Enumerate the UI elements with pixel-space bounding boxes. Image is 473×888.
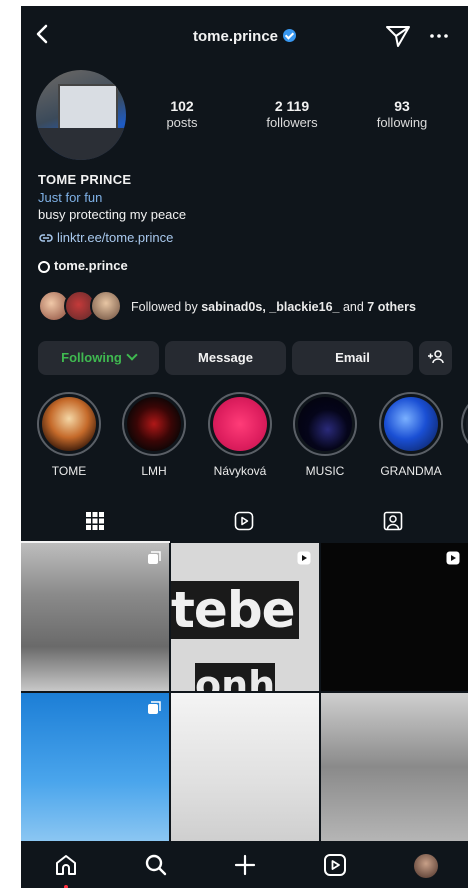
- profile-nav-avatar[interactable]: [414, 854, 438, 878]
- profile-link-text: linktr.ee/tome.prince: [57, 230, 174, 245]
- profile-category: Just for fun: [38, 190, 103, 205]
- reel-icon: [446, 551, 460, 565]
- following-button-label: Following: [61, 350, 122, 365]
- following-count-label: following: [376, 115, 428, 130]
- post-thumbnail[interactable]: [321, 543, 468, 691]
- following-count[interactable]: 93 following: [357, 98, 447, 130]
- threads-link[interactable]: tome.prince: [38, 258, 128, 273]
- home-icon[interactable]: [54, 853, 78, 877]
- profile-tabs: [21, 501, 468, 543]
- threads-icon: [38, 261, 50, 273]
- reel-icon: [297, 551, 311, 565]
- more-options-icon[interactable]: [427, 24, 451, 48]
- reels-icon: [234, 511, 254, 531]
- following-button[interactable]: Following: [38, 341, 159, 375]
- highlight-label: MUSIC: [305, 464, 345, 478]
- create-plus-icon[interactable]: [233, 853, 257, 877]
- post-caption-text: tebe: [171, 581, 299, 639]
- followers-count-label: followers: [266, 115, 318, 130]
- post-caption-text-partial: onh: [195, 663, 276, 691]
- highlight-label: LMH: [141, 464, 167, 478]
- search-icon[interactable]: [144, 853, 168, 877]
- carousel-icon: [148, 551, 161, 564]
- posts-count-label: posts: [166, 115, 198, 130]
- story-highlight[interactable]: TOME: [33, 392, 105, 478]
- posts-count[interactable]: 102 posts: [137, 98, 227, 130]
- story-highlight[interactable]: Návyková: [204, 392, 276, 478]
- followed-by-text: Followed by sabinad0s, _blackie16_ and 7…: [131, 300, 416, 314]
- email-button[interactable]: Email: [292, 341, 413, 375]
- tab-posts-grid[interactable]: [21, 501, 170, 543]
- post-thumbnail[interactable]: [21, 693, 169, 841]
- followed-by-prefix: Followed by: [131, 300, 202, 314]
- threads-handle: tome.prince: [54, 258, 128, 273]
- followers-count[interactable]: 2 119 followers: [247, 98, 337, 130]
- carousel-icon: [148, 701, 161, 714]
- link-icon: [39, 234, 53, 242]
- top-bar: tome.prince: [21, 6, 468, 66]
- chevron-down-icon: [126, 349, 138, 361]
- post-thumbnail[interactable]: tebe onh: [171, 543, 319, 691]
- send-message-icon[interactable]: [385, 24, 411, 48]
- profile-bio: busy protecting my peace: [38, 207, 187, 222]
- username-text: tome.prince: [192, 28, 279, 45]
- profile-avatar[interactable]: [36, 70, 126, 160]
- post-thumbnail[interactable]: [321, 693, 468, 841]
- message-button[interactable]: Message: [165, 341, 286, 375]
- tagged-person-icon: [383, 511, 403, 531]
- post-thumbnail[interactable]: [21, 543, 169, 691]
- highlight-label: Návyková: [213, 464, 267, 478]
- bottom-navigation: [21, 841, 468, 888]
- story-highlight[interactable]: LMH: [118, 392, 190, 478]
- profile-name: TOME PRINCE: [38, 172, 132, 187]
- followed-by-and: and: [339, 300, 368, 314]
- followers-count-value: 2 119: [274, 98, 310, 114]
- verified-badge-icon: [283, 29, 297, 42]
- suggest-people-button[interactable]: [419, 341, 452, 375]
- following-count-value: 93: [394, 98, 410, 114]
- follower-avatar: [90, 290, 122, 322]
- highlight-label: TOME: [51, 464, 87, 478]
- profile-screen: tome.prince 102 posts 2 119 followers 93…: [21, 6, 468, 888]
- add-person-icon: [427, 350, 444, 364]
- highlight-label: GRANDMA: [380, 464, 442, 478]
- post-thumbnail[interactable]: [171, 693, 319, 841]
- story-highlight[interactable]: MUSIC: [289, 392, 361, 478]
- tab-tagged[interactable]: [319, 501, 468, 541]
- followed-by-users: sabinad0s, _blackie16_: [201, 300, 340, 314]
- story-highlight[interactable]: GRANDMA: [375, 392, 447, 478]
- tab-reels[interactable]: [170, 501, 319, 541]
- followed-by-others: 7 others: [367, 300, 416, 314]
- profile-link[interactable]: linktr.ee/tome.prince: [38, 230, 173, 245]
- posts-count-value: 102: [170, 98, 194, 114]
- reels-nav-icon[interactable]: [323, 853, 347, 877]
- story-highlight[interactable]: [457, 392, 468, 456]
- grid-icon: [86, 512, 104, 530]
